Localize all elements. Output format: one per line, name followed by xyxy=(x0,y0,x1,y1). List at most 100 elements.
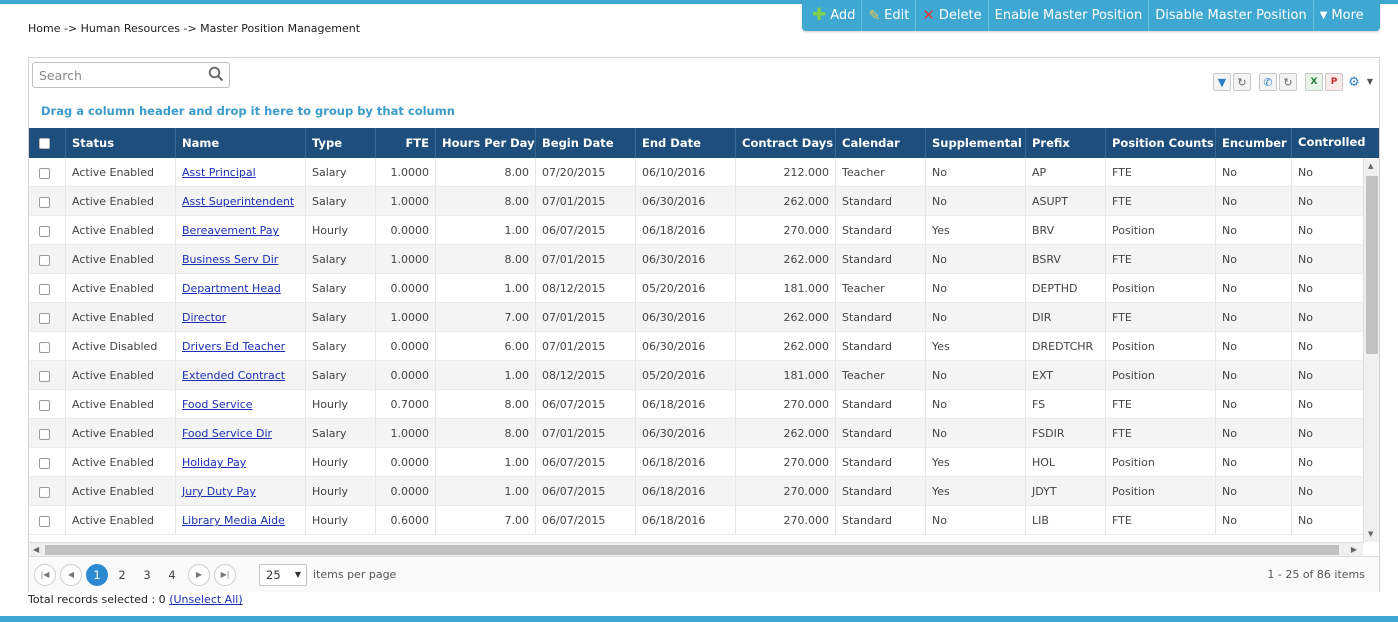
cell-fte: 0.0000 xyxy=(375,361,435,390)
column-header-calendar[interactable]: Calendar xyxy=(835,128,925,158)
select-all-checkbox[interactable] xyxy=(39,138,50,149)
more-button[interactable]: ▼ More xyxy=(1314,0,1370,31)
column-header-hours-per-day[interactable]: Hours Per Day xyxy=(435,128,535,158)
column-header-status[interactable]: Status xyxy=(65,128,175,158)
page-1[interactable]: 1 xyxy=(86,564,108,586)
cell-fte: 0.0000 xyxy=(375,332,435,361)
prev-page-icon[interactable]: ◀ xyxy=(60,564,82,586)
add-button[interactable]: ✚ Add xyxy=(806,0,863,31)
cell-type: Salary xyxy=(305,245,375,274)
gear-dropdown-icon[interactable]: ▼ xyxy=(1365,73,1375,91)
column-header-position-counts[interactable]: Position Counts xyxy=(1105,128,1215,158)
column-header-name[interactable]: Name xyxy=(175,128,305,158)
page-3[interactable]: 3 xyxy=(136,564,158,586)
table-row[interactable]: Active Enabled Bereavement Pay Hourly 0.000… xyxy=(29,216,1363,245)
column-header-supplemental[interactable]: Supplemental xyxy=(925,128,1025,158)
table-row[interactable]: Active Enabled Library Media Aide Hourly 0.… xyxy=(29,506,1363,535)
cell-hours-per-day: 8.00 xyxy=(435,187,535,216)
row-checkbox[interactable] xyxy=(39,399,50,411)
scroll-up-icon[interactable]: ▲ xyxy=(1368,162,1373,170)
row-checkbox[interactable] xyxy=(39,370,50,382)
first-page-icon[interactable]: |◀ xyxy=(34,564,56,586)
position-name-link[interactable]: Library Media Aide xyxy=(182,514,285,527)
gear-icon[interactable]: ⚙ xyxy=(1345,73,1363,91)
refresh-layout-icon[interactable]: ↻ xyxy=(1279,73,1297,91)
table-row[interactable]: Active Enabled Jury Duty Pay Hourly 0.0000 1… xyxy=(29,477,1363,506)
row-select-cell xyxy=(29,390,65,419)
row-checkbox[interactable] xyxy=(39,486,50,498)
table-row[interactable]: Active Enabled Asst Superintendent Salary 1… xyxy=(29,187,1363,216)
column-header-begin-date[interactable]: Begin Date xyxy=(535,128,635,158)
row-checkbox[interactable] xyxy=(39,283,50,295)
position-name-link[interactable]: Business Serv Dir xyxy=(182,253,278,266)
horizontal-scrollbar[interactable]: ◀ ▶ xyxy=(29,542,1363,556)
cell-position-counts: Position xyxy=(1105,274,1215,303)
table-row[interactable]: Active Enabled Business Serv Dir Salary 1.0… xyxy=(29,245,1363,274)
position-name-link[interactable]: Food Service xyxy=(182,398,253,411)
delete-button[interactable]: ✕ Delete xyxy=(916,0,989,31)
vertical-scroll-thumb[interactable] xyxy=(1366,176,1378,354)
table-row[interactable]: Active Enabled Asst Principal Salary 1.0000… xyxy=(29,158,1363,187)
table-row[interactable]: Active Enabled Holiday Pay Hourly 0.0000 1.0… xyxy=(29,448,1363,477)
scroll-right-icon[interactable]: ▶ xyxy=(1351,545,1357,554)
row-checkbox[interactable] xyxy=(39,428,50,440)
table-row[interactable]: Active Enabled Extended Contract Salary 0.0… xyxy=(29,361,1363,390)
position-name-link[interactable]: Extended Contract xyxy=(182,369,285,382)
table-row[interactable]: Active Enabled Food Service Hourly 0.7000 8.… xyxy=(29,390,1363,419)
refresh-filter-icon[interactable]: ↻ xyxy=(1233,73,1251,91)
search-icon[interactable] xyxy=(208,66,224,82)
column-header-contract-days[interactable]: Contract Days xyxy=(735,128,835,158)
position-name-link[interactable]: Department Head xyxy=(182,282,281,295)
position-name-link[interactable]: Food Service Dir xyxy=(182,427,272,440)
row-checkbox[interactable] xyxy=(39,341,50,353)
column-header-prefix[interactable]: Prefix xyxy=(1025,128,1105,158)
table-row[interactable]: Active Enabled Director Salary 1.0000 7.00 07… xyxy=(29,303,1363,332)
row-checkbox[interactable] xyxy=(39,312,50,324)
bottom-accent-bar xyxy=(0,616,1398,622)
table-row[interactable]: Active Disabled Drivers Ed Teacher Salary 0… xyxy=(29,332,1363,361)
row-checkbox[interactable] xyxy=(39,225,50,237)
position-name-link[interactable]: Asst Superintendent xyxy=(182,195,294,208)
edit-button[interactable]: ✎ Edit xyxy=(862,0,917,31)
search-input[interactable] xyxy=(33,63,203,87)
page-size-select[interactable]: 25 ▼ xyxy=(259,564,307,586)
column-header-fte[interactable]: FTE xyxy=(375,128,435,158)
scroll-left-icon[interactable]: ◀ xyxy=(33,545,39,554)
wrench-icon[interactable]: ✆ xyxy=(1259,73,1277,91)
enable-master-position-button[interactable]: Enable Master Position xyxy=(989,0,1150,31)
unselect-all-link[interactable]: (Unselect All) xyxy=(169,593,242,606)
table-row[interactable]: Active Enabled Department Head Salary 0.000… xyxy=(29,274,1363,303)
excel-export-icon[interactable]: X xyxy=(1305,73,1323,91)
position-name-link[interactable]: Director xyxy=(182,311,226,324)
position-name-link[interactable]: Bereavement Pay xyxy=(182,224,279,237)
edit-label: Edit xyxy=(884,8,910,23)
position-name-link[interactable]: Holiday Pay xyxy=(182,456,246,469)
row-checkbox[interactable] xyxy=(39,254,50,266)
column-header-type[interactable]: Type xyxy=(305,128,375,158)
filter-icon[interactable]: ▼ xyxy=(1213,73,1231,91)
row-checkbox[interactable] xyxy=(39,167,50,179)
horizontal-scroll-thumb[interactable] xyxy=(45,545,1339,555)
row-checkbox[interactable] xyxy=(39,196,50,208)
position-name-link[interactable]: Asst Principal xyxy=(182,166,256,179)
table-row[interactable]: Active Enabled Food Service Dir Salary 1.00… xyxy=(29,419,1363,448)
page-2[interactable]: 2 xyxy=(111,564,133,586)
disable-master-position-button[interactable]: Disable Master Position xyxy=(1149,0,1314,31)
pdf-export-icon[interactable]: P xyxy=(1325,73,1343,91)
cell-begin-date: 07/01/2015 xyxy=(535,303,635,332)
vertical-scrollbar[interactable]: ▲ ▼ xyxy=(1363,158,1379,542)
records-selected: Total records selected : 0 (Unselect All… xyxy=(28,593,243,606)
row-checkbox[interactable] xyxy=(39,515,50,527)
cell-name: Food Service xyxy=(175,390,305,419)
row-checkbox[interactable] xyxy=(39,457,50,469)
position-name-link[interactable]: Jury Duty Pay xyxy=(182,485,256,498)
cell-name: Bereavement Pay xyxy=(175,216,305,245)
column-header-end-date[interactable]: End Date xyxy=(635,128,735,158)
column-header-encumber[interactable]: Encumber xyxy=(1215,128,1291,158)
position-name-link[interactable]: Drivers Ed Teacher xyxy=(182,340,285,353)
next-page-icon[interactable]: ▶ xyxy=(188,564,210,586)
last-page-icon[interactable]: ▶| xyxy=(214,564,236,586)
column-header-controlled[interactable]: Controlled xyxy=(1291,128,1379,158)
page-4[interactable]: 4 xyxy=(161,564,183,586)
scroll-down-icon[interactable]: ▼ xyxy=(1368,530,1373,538)
